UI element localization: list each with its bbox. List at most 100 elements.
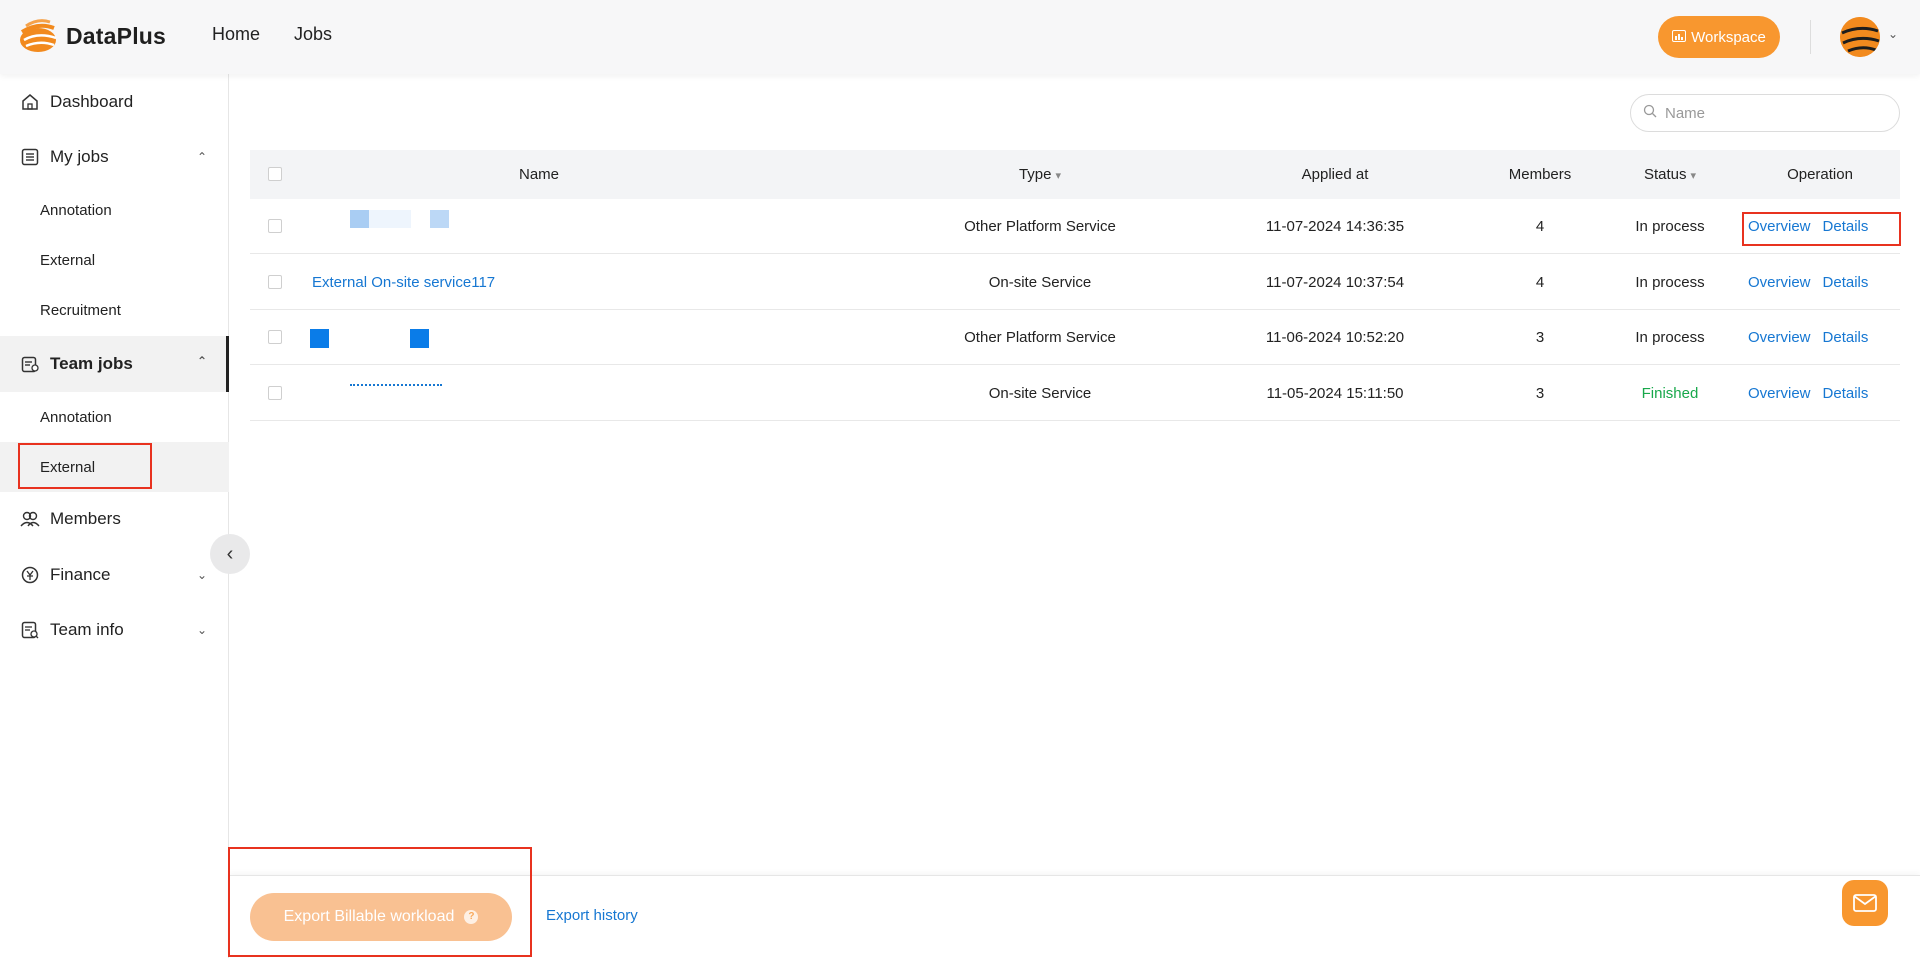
redacted-block bbox=[430, 210, 449, 228]
job-applied-at: 11-06-2024 10:52:20 bbox=[1265, 329, 1405, 346]
chevron-down-icon: ⌄ bbox=[196, 568, 207, 582]
sidebar-sub-label: Annotation bbox=[40, 201, 112, 219]
sidebar: Dashboard My jobs ⌃ Annotation External … bbox=[0, 74, 229, 958]
table-row: External On-site service117 On-site Serv… bbox=[250, 255, 1900, 310]
job-applied-at: 11-07-2024 14:36:35 bbox=[1265, 218, 1405, 235]
row-operations: Overview Details bbox=[1748, 310, 1880, 365]
row-checkbox[interactable] bbox=[268, 386, 282, 400]
mail-icon[interactable] bbox=[1842, 880, 1888, 926]
redacted-block bbox=[310, 329, 329, 348]
job-type: Other Platform Service bbox=[964, 329, 1116, 346]
job-name-link[interactable] bbox=[310, 366, 610, 421]
column-applied-at: Applied at bbox=[1301, 166, 1369, 183]
top-nav: Home Jobs bbox=[212, 24, 332, 45]
table-row: On-site Service 11-05-2024 15:11:50 3 Fi… bbox=[250, 366, 1900, 421]
job-members: 3 bbox=[1535, 385, 1545, 402]
export-history-link[interactable]: Export history bbox=[546, 907, 638, 924]
overview-link[interactable]: Overview bbox=[1748, 385, 1811, 402]
job-name-link[interactable] bbox=[310, 310, 610, 365]
filter-icon[interactable]: ▾ bbox=[1056, 170, 1062, 182]
sidebar-sub-label: Annotation bbox=[40, 408, 112, 426]
workspace-icon bbox=[1672, 29, 1687, 46]
details-link[interactable]: Details bbox=[1823, 274, 1869, 291]
column-type: Type ▾ bbox=[1018, 166, 1062, 183]
members-icon bbox=[20, 509, 40, 529]
sidebar-item-label: My jobs bbox=[50, 147, 109, 166]
table-row: Other Platform Service 11-06-2024 10:52:… bbox=[250, 310, 1900, 365]
nav-home-link[interactable]: Home bbox=[212, 24, 260, 45]
sidebar-sub-label: Recruitment bbox=[40, 301, 121, 319]
redacted-block bbox=[369, 210, 411, 228]
job-type: On-site Service bbox=[988, 274, 1092, 291]
row-operations: Overview Details bbox=[1748, 366, 1880, 421]
row-operations: Overview Details bbox=[1748, 255, 1880, 310]
row-checkbox[interactable] bbox=[268, 330, 282, 344]
finance-icon bbox=[20, 565, 40, 585]
sidebar-sub-team-annotation[interactable]: Annotation bbox=[0, 392, 229, 442]
job-status: In process bbox=[1635, 274, 1705, 291]
nav-jobs-link[interactable]: Jobs bbox=[294, 24, 332, 45]
job-applied-at: 11-05-2024 15:11:50 bbox=[1266, 385, 1404, 402]
sidebar-item-team-jobs[interactable]: Team jobs ⌃ bbox=[0, 336, 229, 392]
sidebar-item-finance[interactable]: Finance ⌄ bbox=[0, 550, 229, 600]
chevron-down-icon[interactable]: ⌄ bbox=[1888, 27, 1898, 41]
job-type: On-site Service bbox=[988, 385, 1092, 402]
workspace-button[interactable]: Workspace bbox=[1658, 16, 1780, 58]
job-status: In process bbox=[1635, 329, 1705, 346]
avatar-icon[interactable] bbox=[1840, 17, 1880, 57]
app-name: DataPlus bbox=[66, 22, 167, 49]
highlight-box bbox=[18, 443, 152, 489]
select-all-checkbox[interactable] bbox=[268, 167, 282, 181]
jobs-icon bbox=[20, 147, 40, 167]
overview-link[interactable]: Overview bbox=[1748, 329, 1811, 346]
highlight-box bbox=[1742, 212, 1901, 246]
job-name-link[interactable]: External On-site service117 bbox=[312, 255, 612, 310]
column-name: Name bbox=[518, 166, 559, 183]
sidebar-item-label: Team jobs bbox=[50, 354, 133, 373]
chevron-up-icon: ⌃ bbox=[196, 354, 207, 368]
column-status: Status ▾ bbox=[1643, 166, 1697, 183]
overview-link[interactable]: Overview bbox=[1748, 274, 1811, 291]
job-members: 4 bbox=[1535, 274, 1545, 291]
column-operation: Operation bbox=[1787, 166, 1853, 183]
sidebar-item-label: Finance bbox=[50, 565, 111, 584]
sidebar-sub-my-external[interactable]: External bbox=[0, 235, 229, 285]
home-icon bbox=[20, 92, 40, 112]
redacted-block bbox=[350, 384, 442, 388]
search-icon bbox=[1643, 104, 1657, 123]
sidebar-item-label: Members bbox=[50, 509, 121, 528]
job-members: 4 bbox=[1535, 218, 1545, 235]
sidebar-sub-label: External bbox=[40, 251, 96, 269]
chevron-down-icon: ⌄ bbox=[196, 623, 207, 637]
job-members: 3 bbox=[1535, 329, 1545, 346]
details-link[interactable]: Details bbox=[1823, 385, 1869, 402]
sidebar-sub-my-annotation[interactable]: Annotation bbox=[0, 185, 229, 235]
sidebar-item-label: Dashboard bbox=[50, 92, 134, 111]
row-checkbox[interactable] bbox=[268, 275, 282, 289]
search-input[interactable] bbox=[1665, 104, 1885, 122]
table-header: Name Type ▾ Applied at Members Status ▾ Op… bbox=[250, 150, 1900, 199]
chevron-up-icon: ⌃ bbox=[196, 150, 207, 164]
table-row: Other Platform Service 11-07-2024 14:36:… bbox=[250, 199, 1900, 254]
sidebar-item-label: Team info bbox=[50, 620, 124, 639]
sidebar-item-dashboard[interactable]: Dashboard bbox=[0, 77, 229, 127]
sidebar-sub-my-recruitment[interactable]: Recruitment bbox=[0, 285, 229, 335]
details-link[interactable]: Details bbox=[1823, 329, 1869, 346]
job-type: Other Platform Service bbox=[964, 218, 1116, 235]
row-checkbox[interactable] bbox=[268, 219, 282, 233]
sidebar-item-members[interactable]: Members bbox=[0, 494, 229, 544]
filter-icon[interactable]: ▾ bbox=[1691, 170, 1697, 182]
team-jobs-icon bbox=[20, 354, 40, 374]
redacted-block bbox=[350, 210, 369, 228]
job-status: In process bbox=[1635, 218, 1705, 235]
sidebar-item-team-info[interactable]: Team info ⌄ bbox=[0, 605, 229, 655]
logo[interactable]: DataPlus bbox=[18, 18, 166, 54]
column-members: Members bbox=[1508, 166, 1572, 183]
top-bar: DataPlus Home Jobs Workspace ⌄ bbox=[0, 0, 1920, 74]
search-box[interactable] bbox=[1630, 94, 1900, 132]
team-info-icon bbox=[20, 620, 40, 640]
job-status: Finished bbox=[1641, 385, 1699, 402]
collapse-icon[interactable]: ‹ bbox=[210, 534, 250, 574]
redacted-block bbox=[410, 329, 429, 348]
sidebar-item-my-jobs[interactable]: My jobs ⌃ bbox=[0, 132, 229, 182]
